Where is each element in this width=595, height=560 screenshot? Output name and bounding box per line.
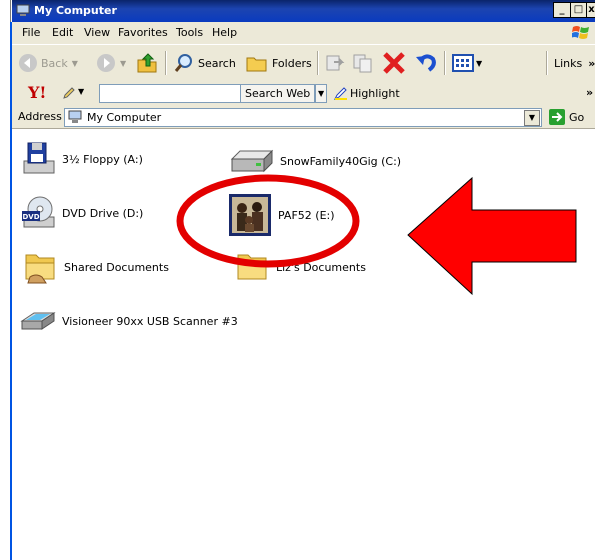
annotation-overlay [176, 174, 577, 296]
highlight-circle [176, 174, 360, 268]
red-arrow [407, 176, 577, 296]
explorer-window: My Computer _ □ x File Edit View Favorit… [0, 0, 595, 560]
